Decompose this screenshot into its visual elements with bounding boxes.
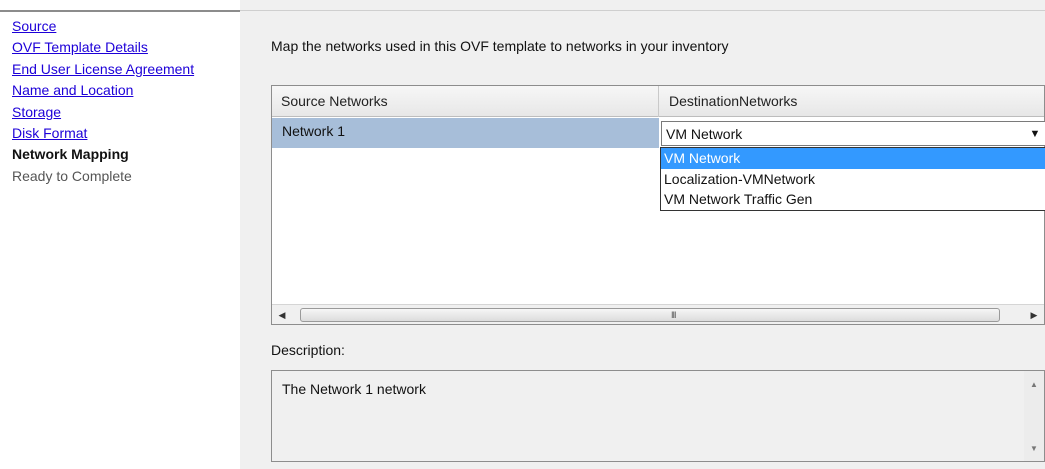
nav-step-name-location[interactable]: Name and Location bbox=[12, 80, 194, 101]
nav-step-ovf-template-details[interactable]: OVF Template Details bbox=[12, 37, 194, 58]
nav-step-label[interactable]: OVF Template Details bbox=[12, 39, 148, 55]
chevron-down-icon[interactable]: ▼ bbox=[1028, 127, 1042, 141]
nav-step-eula[interactable]: End User License Agreement bbox=[12, 59, 194, 80]
nav-step-storage[interactable]: Storage bbox=[12, 102, 194, 123]
nav-step-disk-format[interactable]: Disk Format bbox=[12, 123, 194, 144]
destination-network-select[interactable]: VM Network ▼ bbox=[661, 121, 1045, 146]
scrollbar-grip: III bbox=[671, 310, 676, 320]
wizard-steps-list: Source OVF Template Details End User Lic… bbox=[12, 16, 194, 187]
nav-step-source[interactable]: Source bbox=[12, 16, 194, 37]
dropdown-option-vm-network[interactable]: VM Network bbox=[661, 148, 1045, 169]
nav-step-label[interactable]: Storage bbox=[12, 104, 61, 120]
destination-network-dropdown: VM Network Localization-VMNetwork VM Net… bbox=[660, 147, 1045, 211]
content-divider bbox=[240, 10, 1045, 11]
source-network-cell[interactable]: Network 1 bbox=[272, 118, 659, 148]
nav-step-label: Ready to Complete bbox=[12, 167, 132, 184]
table-row[interactable]: Network 1 VM Network ▼ bbox=[272, 118, 1045, 148]
instruction-text: Map the networks used in this OVF templa… bbox=[271, 38, 729, 54]
arrow-down-icon[interactable]: ▼ bbox=[1026, 441, 1042, 457]
arrow-right-icon[interactable]: ▶ bbox=[1026, 307, 1042, 323]
horizontal-scrollbar[interactable]: ◀ III ▶ bbox=[272, 304, 1044, 324]
nav-divider bbox=[0, 10, 240, 12]
nav-step-label[interactable]: Name and Location bbox=[12, 82, 133, 98]
arrow-left-icon[interactable]: ◀ bbox=[274, 307, 290, 323]
arrow-up-icon[interactable]: ▲ bbox=[1026, 377, 1042, 393]
vertical-scrollbar[interactable]: ▲ ▼ bbox=[1024, 371, 1044, 461]
dropdown-option-vm-network-traffic-gen[interactable]: VM Network Traffic Gen bbox=[661, 189, 1045, 210]
nav-step-network-mapping: Network Mapping bbox=[12, 144, 194, 165]
scrollbar-thumb[interactable]: III bbox=[300, 308, 1000, 322]
destination-network-value: VM Network bbox=[666, 126, 743, 142]
nav-step-label[interactable]: Disk Format bbox=[12, 125, 87, 141]
column-header-destination-networks[interactable]: DestinationNetworks bbox=[659, 86, 1045, 117]
nav-step-ready-to-complete: Ready to Complete bbox=[12, 166, 194, 187]
nav-step-label[interactable]: End User License Agreement bbox=[12, 61, 194, 77]
description-box: The Network 1 network ▲ ▼ bbox=[271, 370, 1045, 462]
description-text: The Network 1 network bbox=[282, 381, 426, 397]
network-mapping-grid: Source Networks DestinationNetworks Netw… bbox=[271, 85, 1045, 325]
description-label: Description: bbox=[271, 342, 345, 358]
dropdown-option-localization-vmnetwork[interactable]: Localization-VMNetwork bbox=[661, 169, 1045, 190]
nav-step-label[interactable]: Source bbox=[12, 18, 56, 34]
network-mapping-panel: Map the networks used in this OVF templa… bbox=[240, 0, 1045, 469]
grid-header: Source Networks DestinationNetworks bbox=[272, 86, 1044, 117]
wizard-steps-nav: Source OVF Template Details End User Lic… bbox=[0, 0, 240, 469]
ovf-deploy-wizard: Source OVF Template Details End User Lic… bbox=[0, 0, 1045, 469]
nav-step-label: Network Mapping bbox=[12, 146, 129, 163]
column-header-source-networks[interactable]: Source Networks bbox=[272, 86, 659, 117]
